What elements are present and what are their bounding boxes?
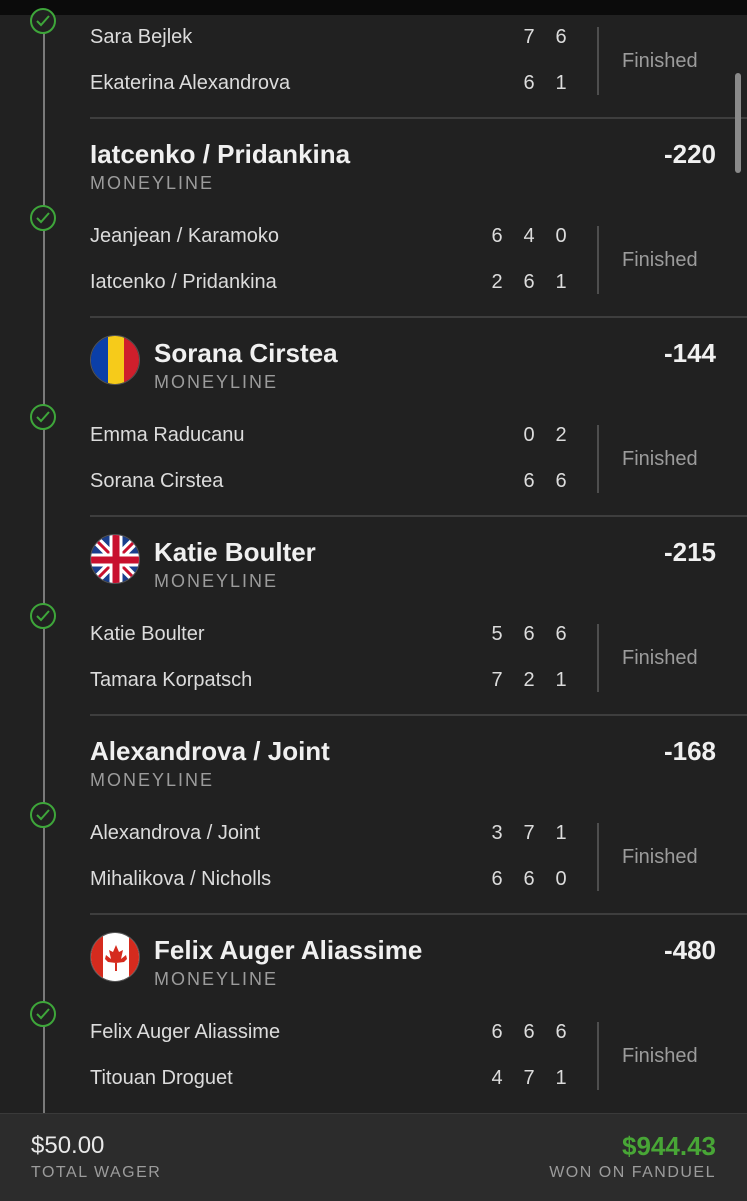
- set-score: 7: [523, 822, 535, 844]
- team-name: Ekaterina Alexandrova: [90, 72, 291, 94]
- set-score: 1: [555, 822, 567, 844]
- score-divider: [597, 823, 599, 891]
- team-name: Sorana Cirstea: [90, 470, 224, 492]
- bet-type: MONEYLINE: [154, 571, 279, 591]
- set-score: 3: [491, 822, 503, 844]
- leg-title: Katie Boulter: [154, 537, 316, 567]
- match-status: Finished: [622, 1045, 698, 1067]
- leg-divider: [90, 714, 747, 716]
- match-status: Finished: [622, 50, 698, 72]
- romania-flag-icon: [90, 335, 140, 385]
- set-score: 6: [523, 72, 535, 94]
- leg-odds: -168: [663, 736, 716, 766]
- set-score: 2: [523, 669, 535, 691]
- team-name: Tamara Korpatsch: [90, 669, 253, 691]
- check-icon: [30, 1001, 56, 1027]
- won-label: WON ON FANDUEL: [549, 1164, 716, 1181]
- team-name: Mihalikova / Nicholls: [90, 868, 272, 890]
- set-score: 4: [491, 1067, 503, 1089]
- leg-title: Alexandrova / Joint: [90, 736, 330, 766]
- set-score: 7: [523, 1067, 535, 1089]
- set-score: 1: [555, 271, 567, 293]
- set-score: 6: [491, 1021, 503, 1043]
- check-icon: [30, 603, 56, 629]
- timeline-line: [43, 15, 45, 1115]
- team-name: Alexandrova / Joint: [90, 822, 261, 844]
- check-icon: [30, 802, 56, 828]
- total-wager-label: TOTAL WAGER: [31, 1164, 162, 1181]
- leg-odds: -220: [663, 139, 716, 169]
- leg-title: Iatcenko / Pridankina: [90, 139, 351, 169]
- leg-odds: -215: [663, 537, 716, 567]
- team-name: Iatcenko / Pridankina: [90, 271, 277, 293]
- match-status: Finished: [622, 448, 698, 470]
- won-amount: $944.43: [622, 1131, 716, 1161]
- set-score: 6: [523, 271, 535, 293]
- score-divider: [597, 226, 599, 294]
- leg-divider: [90, 316, 747, 318]
- bet-type: MONEYLINE: [90, 770, 215, 790]
- check-icon: [30, 205, 56, 231]
- set-score: 0: [555, 225, 567, 247]
- canada-flag-icon: [90, 932, 140, 982]
- bet-summary-footer: $50.00 TOTAL WAGER $944.43 WON ON FANDUE…: [0, 1113, 747, 1201]
- set-score: 1: [555, 669, 567, 691]
- score-divider: [597, 1022, 599, 1090]
- score-divider: [597, 27, 599, 95]
- match-status: Finished: [622, 647, 698, 669]
- set-score: 6: [523, 623, 535, 645]
- total-wager-amount: $50.00: [31, 1132, 105, 1159]
- set-score: 6: [491, 868, 503, 890]
- set-score: 4: [523, 225, 535, 247]
- team-name: Jeanjean / Karamoko: [90, 225, 280, 247]
- leg-title: Sorana Cirstea: [154, 338, 338, 368]
- team-name: Katie Boulter: [90, 623, 205, 645]
- set-score: 6: [555, 470, 567, 492]
- set-score: 6: [491, 225, 503, 247]
- set-score: 6: [555, 1021, 567, 1043]
- status-bar: [0, 0, 747, 15]
- set-score: 6: [555, 26, 567, 48]
- leg-divider: [90, 117, 747, 119]
- set-score: 5: [491, 623, 503, 645]
- set-score: 6: [523, 868, 535, 890]
- score-divider: [597, 624, 599, 692]
- leg-divider: [90, 913, 747, 915]
- leg-title: Felix Auger Aliassime: [154, 935, 423, 965]
- team-name: Sara Bejlek: [90, 26, 193, 48]
- check-icon: [30, 8, 56, 34]
- scrollbar-thumb[interactable]: [735, 73, 741, 173]
- bet-type: MONEYLINE: [154, 372, 279, 392]
- set-score: 6: [555, 623, 567, 645]
- set-score: 0: [555, 868, 567, 890]
- team-name: Emma Raducanu: [90, 424, 245, 446]
- match-status: Finished: [622, 249, 698, 271]
- set-score: 0: [523, 424, 535, 446]
- team-name: Felix Auger Aliassime: [90, 1021, 281, 1043]
- check-icon: [30, 404, 56, 430]
- bet-type: MONEYLINE: [90, 173, 215, 193]
- set-score: 2: [555, 424, 567, 446]
- leg-odds: -144: [663, 338, 716, 368]
- uk-flag-icon: [90, 534, 140, 584]
- set-score: 6: [523, 470, 535, 492]
- leg-odds: -480: [663, 935, 716, 965]
- match-status: Finished: [622, 846, 698, 868]
- set-score: 1: [555, 1067, 567, 1089]
- bet-type: MONEYLINE: [154, 969, 279, 989]
- set-score: 1: [555, 72, 567, 94]
- score-divider: [597, 425, 599, 493]
- set-score: 7: [491, 669, 503, 691]
- leg-divider: [90, 515, 747, 517]
- team-name: Titouan Droguet: [90, 1067, 233, 1089]
- set-score: 7: [523, 26, 535, 48]
- set-score: 2: [491, 271, 503, 293]
- set-score: 6: [523, 1021, 535, 1043]
